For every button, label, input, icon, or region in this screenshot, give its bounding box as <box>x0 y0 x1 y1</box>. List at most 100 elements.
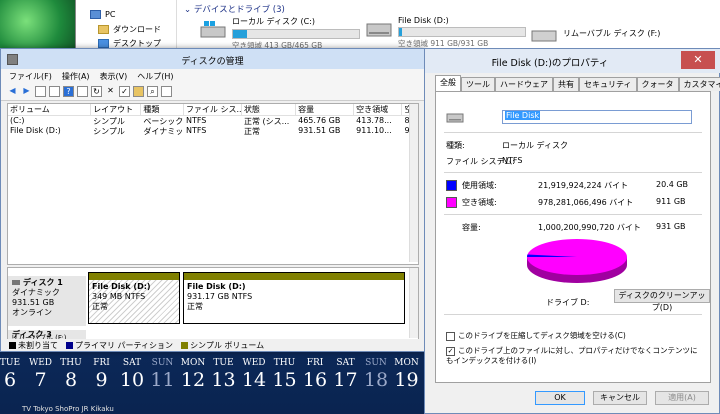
divider <box>444 214 702 215</box>
nav-pc-label: PC <box>105 10 116 19</box>
usage-bar-fill <box>233 30 247 38</box>
free-bytes: 978,281,066,496 バイト <box>538 198 634 207</box>
drive-f[interactable]: リムーバブル ディスク (F:) <box>531 22 660 44</box>
index-label: このドライブ上のファイルに対し、プロパティだけでなくコンテンツにもインデックスを… <box>446 346 698 365</box>
column-header[interactable]: ファイル シス... <box>184 104 242 115</box>
volume-list-icon[interactable] <box>49 86 60 97</box>
disk1-label[interactable]: ディスク 1 ダイナミック 931.51 GB オンライン <box>8 276 86 326</box>
calendar-date: 17 <box>333 369 358 391</box>
menu-action[interactable]: 操作(A) <box>62 71 90 82</box>
calendar-date: 9 <box>95 369 108 391</box>
legend: 未割り当て プライマリ パーティション シンプル ボリューム <box>1 339 424 351</box>
calendar-date: 14 <box>241 369 267 391</box>
column-header[interactable]: 状態 <box>242 104 297 115</box>
properties-dialog: File Disk (D:)のプロパティ ✕ 全般 ツール ハードウェア 共有 セキュリ… <box>424 48 720 414</box>
table-cell: (C:) <box>10 116 25 125</box>
disk1-name-text: ディスク 1 <box>23 278 63 287</box>
calendar-weekday: TUE <box>213 358 234 368</box>
disk1-status: オンライン <box>12 308 52 317</box>
partition-status: 正常 <box>92 302 108 311</box>
used-gb: 20.4 GB <box>656 180 689 189</box>
table-row[interactable]: File Disk (D:) シンプル ダイナミックNTFS 正常 931.51 GB 9… <box>8 126 418 136</box>
type-label: 種類: <box>446 141 465 150</box>
calendar-day: SAT 10 <box>118 358 146 391</box>
tab-2[interactable]: ハードウェア <box>495 77 553 91</box>
tab-5[interactable]: クォータ <box>636 77 679 91</box>
partition-name: File Disk (D:) <box>187 282 246 291</box>
open-folder-icon[interactable] <box>133 86 144 97</box>
free-label: 空き領域: <box>462 198 497 207</box>
drive-c[interactable]: ローカル ディスク (C:) 空き領域 413 GB/465 GB <box>200 16 360 51</box>
forward-arrow-icon[interactable]: ▶ <box>21 86 32 97</box>
check-icon[interactable]: ✓ <box>119 86 130 97</box>
extra-tool-icon[interactable] <box>161 86 172 97</box>
partition-status: 正常 <box>187 302 203 311</box>
tab-0[interactable]: 全般 <box>435 75 461 91</box>
calendar-weekday: WED <box>28 358 53 368</box>
properties-grid-icon[interactable] <box>35 86 46 97</box>
cancel-button[interactable]: キャンセル <box>593 391 647 405</box>
calendar-day: TUE 6 <box>0 358 24 391</box>
help-icon[interactable]: ? <box>63 86 74 97</box>
legend-label: 未割り当て <box>18 340 58 350</box>
legend-unallocated: 未割り当て <box>9 340 58 351</box>
tab-3[interactable]: 共有 <box>553 77 579 91</box>
ok-button[interactable]: OK <box>535 391 585 405</box>
column-header[interactable]: 種類 <box>141 104 184 115</box>
index-checkbox[interactable]: ✓ このドライブ上のファイルに対し、プロパティだけでなくコンテンツにもインデックス… <box>446 346 702 366</box>
checkbox-box[interactable] <box>446 331 455 341</box>
dialog-title: File Disk (D:)のプロパティ <box>491 58 609 69</box>
calendar-weekday: WED <box>242 358 266 368</box>
calendar-weekday: THU <box>273 358 296 368</box>
disk-cleanup-button[interactable]: ディスクのクリーンアップ(D) <box>614 289 710 312</box>
menu-help[interactable]: ヘルプ(H) <box>137 71 173 82</box>
compress-label: このドライブを圧縮してディスク領域を空ける(C) <box>458 331 626 340</box>
calendar-date: 6 <box>3 369 17 391</box>
volume-list: ボリュームレイアウト種類ファイル シス...状態容量空き領域空き (C:) シンプ… <box>7 103 419 265</box>
section-header[interactable]: ⌄ デバイスとドライブ (3) <box>184 3 285 15</box>
capacity-gb: 931 GB <box>656 222 686 231</box>
menu-view[interactable]: 表示(V) <box>100 71 128 82</box>
table-cell: ダイナミック <box>143 127 184 136</box>
disk1-type: ダイナミック <box>12 288 60 297</box>
rescan-icon[interactable]: ↻ <box>91 86 102 97</box>
disk1-name: ディスク 1 <box>12 278 82 288</box>
column-header[interactable]: レイアウト <box>91 104 142 115</box>
table-row[interactable]: (C:) シンプル ベーシック NTFS 正常 (シス... 465.76 GB 413.7… <box>8 116 418 126</box>
list-scrollbar[interactable] <box>409 104 418 262</box>
search-icon[interactable]: ⌕ <box>147 86 158 97</box>
dialog-title-bar[interactable]: File Disk (D:)のプロパティ ✕ <box>425 49 720 73</box>
calendar-weekday: SUN <box>365 358 387 368</box>
folder-icon <box>98 39 109 48</box>
tab-6[interactable]: カスタマイズ <box>678 77 720 91</box>
partition-d-main[interactable]: File Disk (D:) 931.17 GB NTFS 正常 <box>183 272 405 324</box>
compress-checkbox[interactable]: このドライブを圧縮してディスク領域を空ける(C) <box>446 330 626 341</box>
drive-d[interactable]: File Disk (D:) 空き領域 911 GB/931 GB <box>366 16 526 49</box>
calendar-weekday: THU <box>60 358 82 368</box>
calendar-date: 12 <box>180 369 206 391</box>
close-button[interactable]: ✕ <box>681 51 715 69</box>
volume-name-input[interactable]: File Disk <box>502 110 692 124</box>
tab-4[interactable]: セキュリティ <box>579 77 637 91</box>
apply-button[interactable]: 適用(A) <box>655 391 709 405</box>
menu-file[interactable]: ファイル(F) <box>9 71 52 82</box>
column-header[interactable]: ボリューム <box>8 104 92 115</box>
partition-d-small[interactable]: File Disk (D:) 349 MB NTFS 正常 <box>88 272 180 324</box>
column-header[interactable]: 空き領域 <box>354 104 403 115</box>
table-cell: ベーシック <box>143 117 184 126</box>
delete-icon[interactable]: ✕ <box>105 86 116 97</box>
nav-item-pc[interactable]: PC <box>90 10 115 19</box>
table-cell: 931.51 GB <box>298 126 341 135</box>
table-cell: シンプル <box>93 127 125 136</box>
calendar-weekday: TUE <box>0 358 21 368</box>
title-bar[interactable]: ディスクの管理 <box>1 49 424 69</box>
disk-view-icon[interactable] <box>77 86 88 97</box>
tab-1[interactable]: ツール <box>461 77 495 91</box>
graph-scrollbar[interactable] <box>409 268 418 338</box>
back-arrow-icon[interactable]: ◀ <box>7 86 18 97</box>
checkbox-box[interactable]: ✓ <box>446 346 455 356</box>
table-cell: 911.10... <box>356 126 392 135</box>
general-tab-panel: File Disk 種類: ローカル ディスク ファイル システム: NTFS … <box>435 91 711 383</box>
nav-item-downloads[interactable]: ダウンロード <box>98 24 161 35</box>
column-header[interactable]: 容量 <box>296 104 355 115</box>
